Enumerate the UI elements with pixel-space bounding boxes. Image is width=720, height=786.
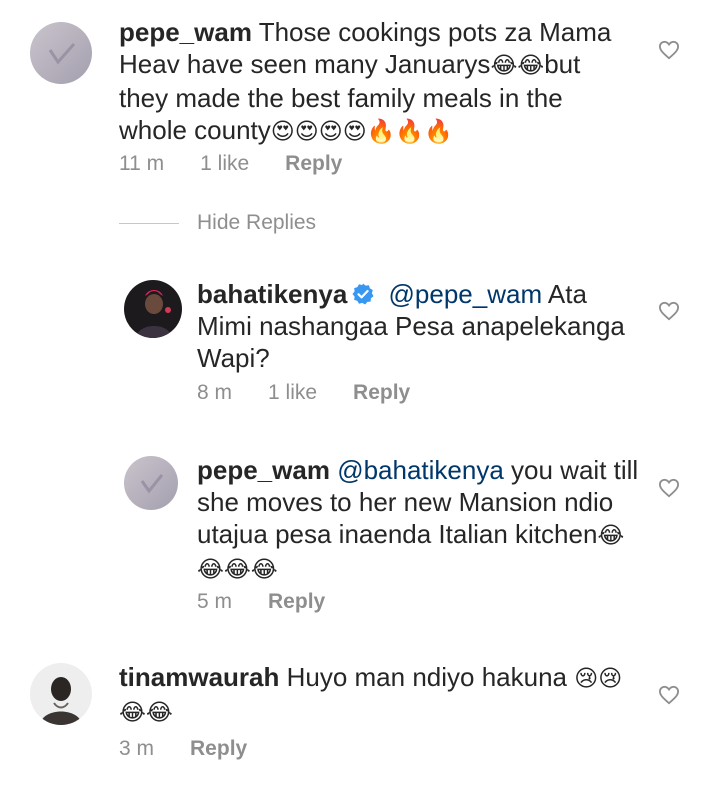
comment-text-line: but	[544, 49, 581, 79]
comment-text-line: utajua pesa inaenda Italian kitchen	[197, 519, 598, 549]
comment-text-line: you wait till	[503, 455, 639, 485]
timestamp: 3 m	[119, 737, 155, 760]
heart-icon[interactable]	[658, 685, 680, 705]
comment-text-line: Wapi?	[197, 343, 270, 373]
username[interactable]: pepe_wam	[119, 17, 252, 47]
emoji: 😂😂	[119, 700, 173, 726]
like-count[interactable]: 1 like	[200, 152, 249, 176]
reply-button[interactable]: Reply	[268, 590, 325, 614]
comment-text-line: Those cookings pots za Mama	[251, 17, 612, 47]
comment-meta: 11 m 1 like Reply	[119, 152, 342, 176]
timestamp: 5 m	[197, 590, 233, 613]
comment-body: pepe_wam @bahatikenya you wait till she m…	[197, 454, 657, 586]
reply-button[interactable]: Reply	[285, 152, 342, 176]
avatar[interactable]	[124, 280, 182, 338]
comment-text: pepe_wam Those cookings pots za Mama Heav…	[119, 16, 639, 148]
reply-comment: bahatikenya @pepe_wam Ata Mimi nashangaa …	[0, 270, 720, 420]
mention-link[interactable]: @bahatikenya	[337, 455, 504, 485]
username[interactable]: tinamwaurah	[119, 662, 279, 692]
avatar[interactable]	[124, 456, 178, 510]
comment-meta: 3 m Reply	[119, 737, 247, 761]
reply-comment: pepe_wam @bahatikenya you wait till she m…	[0, 448, 720, 628]
comment-text-line: she moves to her new Mansion ndio	[197, 487, 614, 517]
username[interactable]: bahatikenya	[197, 279, 347, 309]
emoji: 😍😍😍😍🔥🔥🔥	[270, 119, 453, 145]
comment: pepe_wam Those cookings pots za Mama Heav…	[0, 0, 720, 200]
reply-button[interactable]: Reply	[190, 737, 247, 761]
emoji: 😂😂😂	[197, 557, 278, 583]
comment-text: tinamwaurah Huyo man ndiyo hakuna 😢😢 😂😂	[119, 661, 639, 729]
verified-badge-icon	[352, 283, 374, 305]
emoji: 😢😢	[574, 666, 623, 692]
hide-replies-toggle[interactable]: Hide Replies	[119, 211, 316, 235]
comment-text-line: Mimi nashangaa Pesa anapelekanga	[197, 311, 625, 341]
comment-meta: 8 m 1 like Reply	[197, 381, 410, 405]
reply-button[interactable]: Reply	[353, 381, 410, 405]
comment-text-line: they made the best family meals in the	[119, 83, 563, 113]
heart-icon[interactable]	[658, 40, 680, 60]
timestamp: 11 m	[119, 152, 165, 175]
emoji: 😂	[597, 523, 625, 549]
avatar[interactable]	[30, 22, 92, 84]
comment-text-line: Heav have seen many Januarys	[119, 49, 491, 79]
username[interactable]: pepe_wam	[197, 455, 330, 485]
comment-text-line: Ata	[542, 279, 587, 309]
comment-text-line: whole county	[119, 115, 271, 145]
divider	[119, 222, 179, 224]
mention-link[interactable]: @pepe_wam	[389, 279, 543, 309]
emoji: 😂😂	[490, 53, 545, 79]
comment-text: pepe_wam @bahatikenya you wait till she m…	[197, 454, 657, 586]
avatar[interactable]	[30, 663, 92, 725]
comment-text: bahatikenya @pepe_wam Ata Mimi nashangaa …	[197, 278, 657, 374]
comment-text-line: Huyo man ndiyo hakuna	[279, 662, 575, 692]
like-count[interactable]: 1 like	[268, 381, 317, 405]
comment-body: bahatikenya @pepe_wam Ata Mimi nashangaa …	[197, 278, 657, 374]
comment-body: tinamwaurah Huyo man ndiyo hakuna 😢😢 😂😂	[119, 661, 639, 729]
comment: tinamwaurah Huyo man ndiyo hakuna 😢😢 😂😂 3…	[0, 655, 720, 786]
heart-icon[interactable]	[658, 478, 680, 498]
comment-body: pepe_wam Those cookings pots za Mama Heav…	[119, 16, 639, 148]
comment-meta: 5 m Reply	[197, 590, 325, 614]
hide-replies-label[interactable]: Hide Replies	[197, 211, 316, 235]
heart-icon[interactable]	[658, 301, 680, 321]
timestamp: 8 m	[197, 381, 233, 404]
